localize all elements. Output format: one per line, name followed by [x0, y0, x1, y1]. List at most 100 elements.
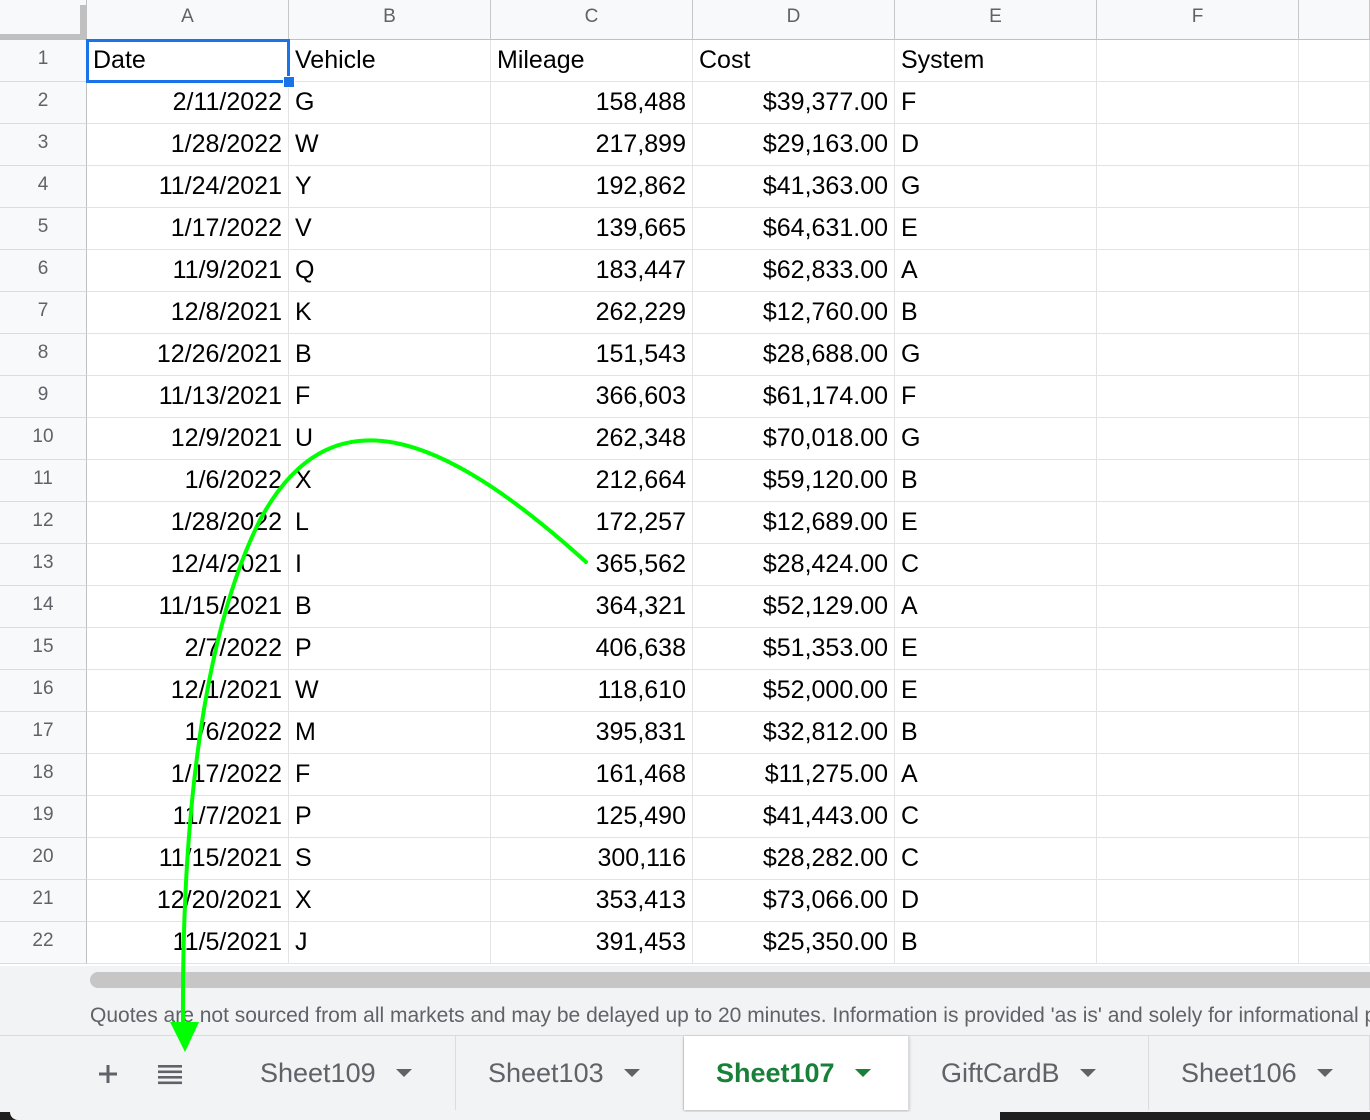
row-header[interactable]: 4	[0, 166, 87, 208]
table-cell[interactable]: 11/13/2021	[87, 376, 289, 418]
row-header[interactable]: 3	[0, 124, 87, 166]
table-cell[interactable]: $12,760.00	[693, 292, 895, 334]
table-cell[interactable]: P	[289, 796, 491, 838]
table-cell[interactable]	[1097, 82, 1299, 124]
table-cell[interactable]	[1299, 544, 1370, 586]
column-header[interactable]: C	[491, 0, 693, 40]
table-cell[interactable]: $61,174.00	[693, 376, 895, 418]
table-cell[interactable]: E	[895, 502, 1097, 544]
table-cell[interactable]	[1097, 250, 1299, 292]
caret-down-icon[interactable]	[623, 1069, 640, 1077]
row-header[interactable]: 14	[0, 586, 87, 628]
header-cell[interactable]	[1299, 40, 1370, 82]
table-cell[interactable]: $62,833.00	[693, 250, 895, 292]
table-cell[interactable]: B	[895, 922, 1097, 964]
table-cell[interactable]: P	[289, 628, 491, 670]
select-all-corner[interactable]	[0, 0, 87, 40]
table-cell[interactable]	[1097, 838, 1299, 880]
table-cell[interactable]	[1299, 880, 1370, 922]
table-cell[interactable]	[1299, 754, 1370, 796]
row-header[interactable]: 1	[0, 40, 87, 82]
table-cell[interactable]: G	[895, 166, 1097, 208]
table-cell[interactable]: 11/15/2021	[87, 586, 289, 628]
table-cell[interactable]: $28,424.00	[693, 544, 895, 586]
row-header[interactable]: 2	[0, 82, 87, 124]
table-cell[interactable]	[1299, 670, 1370, 712]
table-cell[interactable]: 12/8/2021	[87, 292, 289, 334]
table-cell[interactable]: 172,257	[491, 502, 693, 544]
table-cell[interactable]: E	[895, 670, 1097, 712]
table-cell[interactable]: L	[289, 502, 491, 544]
table-cell[interactable]: $28,688.00	[693, 334, 895, 376]
table-cell[interactable]: A	[895, 250, 1097, 292]
table-cell[interactable]: D	[895, 880, 1097, 922]
row-header[interactable]: 20	[0, 838, 87, 880]
table-cell[interactable]: 161,468	[491, 754, 693, 796]
table-cell[interactable]: $41,443.00	[693, 796, 895, 838]
caret-down-icon[interactable]	[395, 1069, 412, 1077]
table-cell[interactable]: F	[895, 82, 1097, 124]
column-header[interactable]: B	[289, 0, 491, 40]
table-cell[interactable]: 11/9/2021	[87, 250, 289, 292]
tab-sheet103[interactable]: Sheet103	[456, 1036, 684, 1110]
caret-down-icon[interactable]	[1079, 1069, 1096, 1077]
table-cell[interactable]: $28,282.00	[693, 838, 895, 880]
row-header[interactable]: 9	[0, 376, 87, 418]
table-cell[interactable]: $59,120.00	[693, 460, 895, 502]
table-cell[interactable]	[1299, 208, 1370, 250]
table-cell[interactable]	[1299, 418, 1370, 460]
table-cell[interactable]	[1097, 460, 1299, 502]
row-header[interactable]: 8	[0, 334, 87, 376]
row-header[interactable]: 19	[0, 796, 87, 838]
header-cell[interactable]	[1097, 40, 1299, 82]
table-cell[interactable]: G	[895, 334, 1097, 376]
column-header[interactable]: E	[895, 0, 1097, 40]
table-cell[interactable]	[1097, 418, 1299, 460]
table-cell[interactable]	[1097, 334, 1299, 376]
table-cell[interactable]: 1/28/2022	[87, 124, 289, 166]
all-sheets-button[interactable]	[150, 1054, 190, 1094]
table-cell[interactable]: 406,638	[491, 628, 693, 670]
table-cell[interactable]: 1/17/2022	[87, 754, 289, 796]
table-cell[interactable]: W	[289, 670, 491, 712]
row-header[interactable]: 12	[0, 502, 87, 544]
table-cell[interactable]: B	[289, 586, 491, 628]
row-header[interactable]: 17	[0, 712, 87, 754]
table-cell[interactable]: W	[289, 124, 491, 166]
table-cell[interactable]: 366,603	[491, 376, 693, 418]
table-cell[interactable]: K	[289, 292, 491, 334]
table-cell[interactable]: 12/1/2021	[87, 670, 289, 712]
table-cell[interactable]: $64,631.00	[693, 208, 895, 250]
table-cell[interactable]: D	[895, 124, 1097, 166]
table-cell[interactable]: 11/24/2021	[87, 166, 289, 208]
table-cell[interactable]: 1/6/2022	[87, 460, 289, 502]
table-cell[interactable]: C	[895, 796, 1097, 838]
table-cell[interactable]: 12/9/2021	[87, 418, 289, 460]
scrollbar-thumb[interactable]	[90, 972, 1370, 988]
table-cell[interactable]: 125,490	[491, 796, 693, 838]
table-cell[interactable]: F	[289, 376, 491, 418]
table-cell[interactable]: F	[895, 376, 1097, 418]
column-header[interactable]: A	[87, 0, 289, 40]
table-cell[interactable]: 139,665	[491, 208, 693, 250]
table-cell[interactable]: 300,116	[491, 838, 693, 880]
table-cell[interactable]: F	[289, 754, 491, 796]
table-cell[interactable]: $29,163.00	[693, 124, 895, 166]
table-cell[interactable]	[1097, 922, 1299, 964]
table-cell[interactable]	[1299, 502, 1370, 544]
table-cell[interactable]: $51,353.00	[693, 628, 895, 670]
table-cell[interactable]	[1097, 124, 1299, 166]
table-cell[interactable]	[1299, 460, 1370, 502]
table-cell[interactable]	[1299, 292, 1370, 334]
table-cell[interactable]: 353,413	[491, 880, 693, 922]
table-cell[interactable]	[1097, 796, 1299, 838]
selected-cell[interactable]: Date	[86, 39, 290, 83]
spreadsheet-grid[interactable]: ABCDEF 1 2 3 4 5 6 7 8 9 10 11 12 13 14 15 16 17 18 19 20 21…	[0, 0, 1370, 966]
row-header[interactable]: 13	[0, 544, 87, 586]
table-cell[interactable]	[1097, 166, 1299, 208]
row-header[interactable]: 16	[0, 670, 87, 712]
table-cell[interactable]: 12/26/2021	[87, 334, 289, 376]
table-cell[interactable]: 262,348	[491, 418, 693, 460]
table-cell[interactable]	[1097, 544, 1299, 586]
table-cell[interactable]	[1097, 376, 1299, 418]
